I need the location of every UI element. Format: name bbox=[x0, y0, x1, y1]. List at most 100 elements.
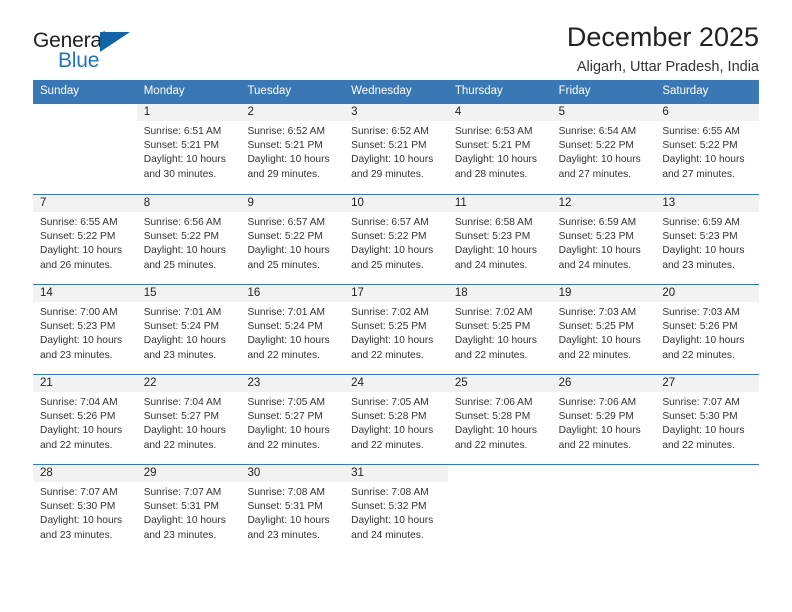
day-details: Sunrise: 7:03 AM Sunset: 5:25 PM Daylight:… bbox=[552, 302, 656, 364]
daylight-duration-line1: Daylight: 10 hours bbox=[143, 425, 226, 437]
calendar-day-cell[interactable]: 7 Sunrise: 6:55 AM Sunset: 5:22 PM Daylight… bbox=[33, 194, 137, 284]
weekday-header-monday: Monday bbox=[143, 85, 185, 97]
daylight-duration-line2: and 23 minutes. bbox=[662, 259, 735, 271]
calendar-day-cell[interactable]: 1 Sunrise: 6:51 AM Sunset: 5:21 PM Daylight… bbox=[136, 103, 241, 194]
day-details: Sunrise: 7:02 AM Sunset: 5:25 PM Daylight:… bbox=[448, 302, 552, 364]
sunset-time: Sunset: 5:24 PM bbox=[143, 321, 220, 332]
sunset-time: Sunset: 5:25 PM bbox=[351, 321, 427, 332]
sunset-time: Sunset: 5:24 PM bbox=[247, 321, 323, 332]
calendar-day-cell[interactable]: 13 Sunrise: 6:59 AM Sunset: 5:23 PM Dayligh… bbox=[655, 194, 760, 284]
daylight-duration-line2: and 23 minutes. bbox=[40, 349, 113, 361]
day-details: Sunrise: 7:04 AM Sunset: 5:27 PM Daylight:… bbox=[137, 392, 241, 454]
daylight-duration-line1: Daylight: 10 hours bbox=[558, 425, 641, 437]
daylight-duration-line1: Daylight: 10 hours bbox=[662, 425, 745, 437]
general-blue-logo[interactable]: General Blue bbox=[33, 28, 137, 76]
sunrise-time: Sunrise: 7:02 AM bbox=[454, 306, 533, 318]
calendar-day-cell[interactable]: 5 Sunrise: 6:54 AM Sunset: 5:22 PM Daylight… bbox=[551, 103, 656, 194]
calendar-day-cell[interactable]: 19 Sunrise: 7:03 AM Sunset: 5:25 PM Dayligh… bbox=[551, 284, 656, 374]
day-number bbox=[551, 464, 656, 482]
calendar-day-cell[interactable]: 23 Sunrise: 7:05 AM Sunset: 5:27 PM Dayligh… bbox=[240, 374, 345, 464]
day-number: 10 bbox=[344, 194, 448, 212]
blue-triangle-icon bbox=[100, 32, 130, 52]
sunrise-time: Sunrise: 6:51 AM bbox=[143, 125, 222, 137]
calendar-day-cell[interactable]: 20 Sunrise: 7:03 AM Sunset: 5:26 PM Dayligh… bbox=[655, 284, 760, 374]
sunrise-time: Sunrise: 7:05 AM bbox=[247, 396, 326, 408]
calendar-day-cell[interactable]: 22 Sunrise: 7:04 AM Sunset: 5:27 PM Dayligh… bbox=[136, 374, 241, 464]
calendar-day-cell[interactable]: 15 Sunrise: 7:01 AM Sunset: 5:24 PM Dayligh… bbox=[136, 284, 241, 374]
calendar-day-cell[interactable]: 14 Sunrise: 7:00 AM Sunset: 5:23 PM Dayligh… bbox=[33, 284, 137, 374]
daylight-duration-line1: Daylight: 10 hours bbox=[40, 335, 123, 347]
calendar-day-cell[interactable]: 29 Sunrise: 7:07 AM Sunset: 5:31 PM Dayligh… bbox=[136, 464, 241, 554]
calendar-day-cell[interactable]: 9 Sunrise: 6:57 AM Sunset: 5:22 PM Daylight… bbox=[240, 194, 345, 284]
daylight-duration-line2: and 22 minutes. bbox=[662, 439, 735, 451]
calendar-day-cell[interactable]: 30 Sunrise: 7:08 AM Sunset: 5:31 PM Dayligh… bbox=[240, 464, 345, 554]
daylight-duration-line2: and 22 minutes. bbox=[662, 349, 735, 361]
sunrise-time: Sunrise: 7:01 AM bbox=[143, 306, 222, 318]
day-details: Sunrise: 6:57 AM Sunset: 5:22 PM Daylight:… bbox=[344, 212, 448, 274]
sunset-time: Sunset: 5:22 PM bbox=[662, 140, 738, 151]
weekday-header-sunday: Sunday bbox=[40, 85, 80, 97]
title-block: December 2025 Aligarh, Uttar Pradesh, In… bbox=[567, 22, 759, 77]
daylight-duration-line1: Daylight: 10 hours bbox=[454, 425, 537, 437]
sunset-time: Sunset: 5:29 PM bbox=[558, 411, 634, 422]
day-details: Sunrise: 7:04 AM Sunset: 5:26 PM Daylight:… bbox=[33, 392, 137, 454]
calendar-day-cell[interactable]: 25 Sunrise: 7:06 AM Sunset: 5:28 PM Dayligh… bbox=[447, 374, 552, 464]
daylight-duration-line2: and 25 minutes. bbox=[351, 259, 424, 271]
calendar-day-cell[interactable]: 31 Sunrise: 7:08 AM Sunset: 5:32 PM Dayligh… bbox=[344, 464, 448, 554]
day-details: Sunrise: 7:07 AM Sunset: 5:31 PM Daylight:… bbox=[137, 482, 241, 544]
calendar-day-cell[interactable]: 6 Sunrise: 6:55 AM Sunset: 5:22 PM Daylight… bbox=[655, 103, 760, 194]
day-details: Sunrise: 7:03 AM Sunset: 5:26 PM Daylight:… bbox=[655, 302, 759, 364]
sunset-time: Sunset: 5:27 PM bbox=[247, 411, 323, 422]
sunrise-time: Sunrise: 6:55 AM bbox=[662, 125, 740, 137]
calendar-day-cell[interactable]: 2 Sunrise: 6:52 AM Sunset: 5:21 PM Daylight… bbox=[240, 103, 345, 194]
page-header: General Blue December 2025 Aligarh, Utta… bbox=[33, 0, 759, 75]
calendar-day-cell[interactable]: 10 Sunrise: 6:57 AM Sunset: 5:22 PM Dayligh… bbox=[344, 194, 448, 284]
day-number: 27 bbox=[655, 374, 760, 392]
calendar-day-cell-empty bbox=[33, 103, 137, 194]
daylight-duration-line2: and 25 minutes. bbox=[247, 259, 320, 271]
day-number: 23 bbox=[240, 374, 345, 392]
calendar-day-cell[interactable]: 21 Sunrise: 7:04 AM Sunset: 5:26 PM Dayligh… bbox=[33, 374, 137, 464]
daylight-duration-line1: Daylight: 10 hours bbox=[558, 245, 641, 257]
calendar-day-cell[interactable]: 11 Sunrise: 6:58 AM Sunset: 5:23 PM Dayligh… bbox=[447, 194, 552, 284]
page-subtitle: Aligarh, Uttar Pradesh, India bbox=[576, 59, 759, 76]
calendar-day-cell[interactable]: 18 Sunrise: 7:02 AM Sunset: 5:25 PM Dayligh… bbox=[447, 284, 552, 374]
calendar-day-cell[interactable]: 24 Sunrise: 7:05 AM Sunset: 5:28 PM Dayligh… bbox=[344, 374, 448, 464]
day-details: Sunrise: 6:59 AM Sunset: 5:23 PM Daylight:… bbox=[655, 212, 759, 274]
sunrise-time: Sunrise: 7:07 AM bbox=[40, 486, 118, 498]
daylight-duration-line2: and 29 minutes. bbox=[247, 168, 320, 180]
calendar-day-cell[interactable]: 27 Sunrise: 7:07 AM Sunset: 5:30 PM Dayligh… bbox=[655, 374, 760, 464]
daylight-duration-line2: and 26 minutes. bbox=[40, 259, 113, 271]
weekday-header-thursday: Thursday bbox=[454, 85, 503, 97]
daylight-duration-line1: Daylight: 10 hours bbox=[143, 515, 226, 527]
calendar-day-cell[interactable]: 8 Sunrise: 6:56 AM Sunset: 5:22 PM Daylight… bbox=[136, 194, 241, 284]
daylight-duration-line1: Daylight: 10 hours bbox=[454, 245, 537, 257]
weekday-header-saturday: Saturday bbox=[662, 85, 709, 97]
daylight-duration-line1: Daylight: 10 hours bbox=[40, 245, 123, 257]
calendar-day-cell[interactable]: 4 Sunrise: 6:53 AM Sunset: 5:21 PM Daylight… bbox=[447, 103, 552, 194]
daylight-duration-line1: Daylight: 10 hours bbox=[662, 154, 745, 166]
daylight-duration-line1: Daylight: 10 hours bbox=[143, 245, 226, 257]
calendar-day-cell[interactable]: 28 Sunrise: 7:07 AM Sunset: 5:30 PM Dayligh… bbox=[33, 464, 137, 554]
day-details: Sunrise: 7:07 AM Sunset: 5:30 PM Daylight:… bbox=[33, 482, 137, 544]
calendar-day-cell[interactable]: 17 Sunrise: 7:02 AM Sunset: 5:25 PM Dayligh… bbox=[344, 284, 448, 374]
day-number: 24 bbox=[344, 374, 448, 392]
day-details: Sunrise: 6:55 AM Sunset: 5:22 PM Daylight:… bbox=[33, 212, 137, 274]
sunrise-time: Sunrise: 6:54 AM bbox=[558, 125, 637, 137]
day-details: Sunrise: 6:57 AM Sunset: 5:22 PM Daylight:… bbox=[240, 212, 344, 274]
calendar-day-cell[interactable]: 12 Sunrise: 6:59 AM Sunset: 5:23 PM Dayligh… bbox=[551, 194, 656, 284]
daylight-duration-line2: and 24 minutes. bbox=[454, 259, 528, 271]
sunrise-time: Sunrise: 7:03 AM bbox=[558, 306, 637, 318]
calendar-day-cell[interactable]: 3 Sunrise: 6:52 AM Sunset: 5:21 PM Daylight… bbox=[344, 103, 448, 194]
calendar-day-cell[interactable]: 26 Sunrise: 7:06 AM Sunset: 5:29 PM Dayligh… bbox=[551, 374, 656, 464]
calendar-day-cell[interactable]: 16 Sunrise: 7:01 AM Sunset: 5:24 PM Dayligh… bbox=[240, 284, 345, 374]
sunset-time: Sunset: 5:32 PM bbox=[351, 501, 427, 512]
sunrise-time: Sunrise: 6:59 AM bbox=[662, 216, 740, 228]
day-number: 29 bbox=[136, 464, 241, 482]
calendar-week-row: 1 Sunrise: 6:51 AM Sunset: 5:21 PM Daylight… bbox=[33, 103, 760, 194]
weekday-header-friday: Friday bbox=[558, 85, 591, 97]
day-number: 22 bbox=[136, 374, 241, 392]
sunrise-time: Sunrise: 7:06 AM bbox=[454, 396, 533, 408]
day-details: Sunrise: 7:01 AM Sunset: 5:24 PM Daylight:… bbox=[240, 302, 344, 364]
sunrise-time: Sunrise: 6:57 AM bbox=[247, 216, 326, 228]
